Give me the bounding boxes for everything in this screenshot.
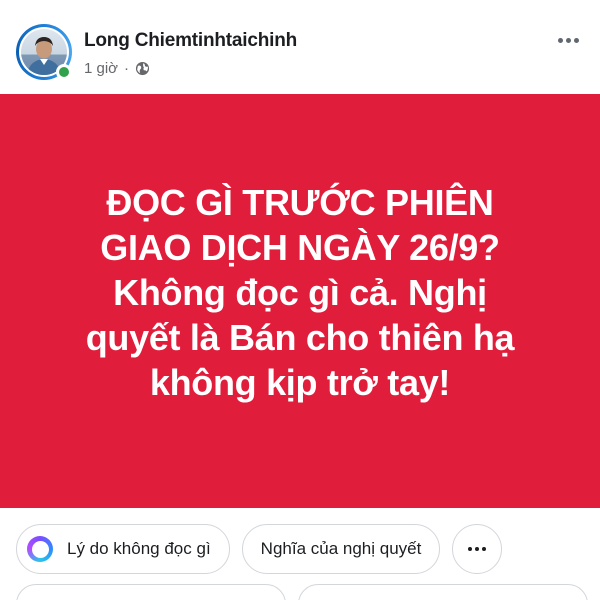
more-suggestions-icon[interactable] [452, 524, 503, 574]
online-status-dot [56, 64, 72, 80]
suggestion-chip-meaning[interactable]: Nghĩa của nghị quyết [241, 524, 441, 574]
chip-label: Nghĩa của nghị quyết [260, 539, 422, 558]
suggestion-chip-partial[interactable] [16, 584, 286, 600]
post-text-card[interactable]: ĐỌC GÌ TRƯỚC PHIÊN GIAO DỊCH NGÀY 26/9? … [0, 94, 600, 508]
post-text: ĐỌC GÌ TRƯỚC PHIÊN GIAO DỊCH NGÀY 26/9? … [30, 180, 570, 405]
suggestion-chip-reason[interactable]: Lý do không đọc gì [16, 524, 230, 574]
dot [557, 37, 563, 43]
post-meta: 1 giờ · [84, 58, 150, 78]
facebook-post: Long Chiemtinhtaichinh 1 giờ · ĐỌC GÌ TR… [0, 0, 600, 600]
dot [573, 37, 579, 43]
post-text-line: GIAO DỊCH NGÀY 26/9? [100, 226, 500, 268]
chip-label: Lý do không đọc gì [67, 539, 211, 558]
dot [565, 37, 571, 43]
post-text-line: không kịp trở tay! [149, 361, 451, 403]
ai-suggestions: Lý do không đọc gì Nghĩa của nghị quyết [16, 524, 503, 574]
meta-ai-icon [27, 536, 53, 562]
meta-separator: · [124, 59, 130, 77]
globe-icon[interactable] [135, 61, 150, 76]
post-timestamp[interactable]: 1 giờ [84, 60, 118, 77]
post-text-line: Không đọc gì cả. Nghị [113, 271, 487, 313]
post-text-line: ĐỌC GÌ TRƯỚC PHIÊN [106, 181, 494, 223]
author-name[interactable]: Long Chiemtinhtaichinh [84, 30, 297, 52]
post-text-line: quyết là Bán cho thiên hạ [85, 316, 515, 358]
post-header: Long Chiemtinhtaichinh 1 giờ · [0, 0, 600, 92]
more-options-icon[interactable] [554, 30, 582, 50]
ai-suggestions-second-row [16, 584, 588, 600]
suggestion-chip-partial[interactable] [298, 584, 588, 600]
